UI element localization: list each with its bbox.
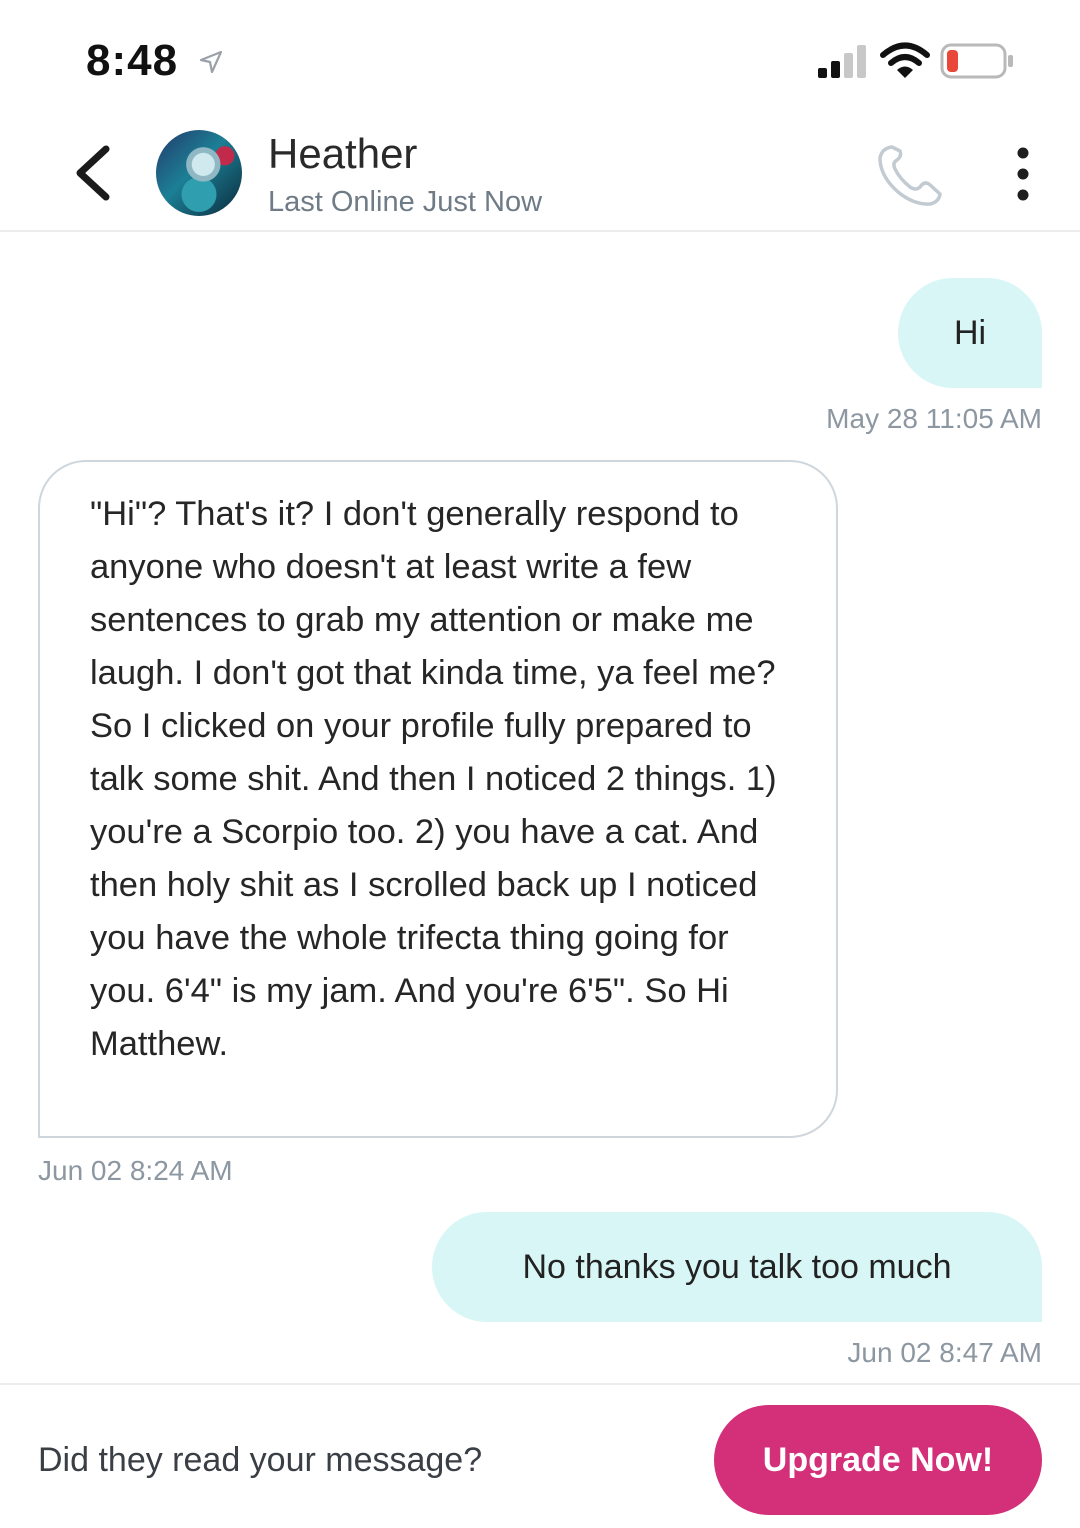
back-chevron-icon[interactable] xyxy=(70,144,116,202)
status-bar: 8:48 xyxy=(0,0,1080,110)
message-timestamp: May 28 11:05 AM xyxy=(826,403,1042,434)
message-timestamp: Jun 02 8:24 AM xyxy=(38,1155,233,1186)
upgrade-now-button[interactable]: Upgrade Now! xyxy=(714,1405,1042,1515)
read-receipt-prompt: Did they read your message? xyxy=(38,1441,483,1479)
more-vertical-icon[interactable] xyxy=(1008,146,1038,202)
cell-signal-icon xyxy=(818,45,866,78)
avatar[interactable] xyxy=(156,130,242,216)
message-bubble-outgoing[interactable]: No thanks you talk too much xyxy=(432,1212,1042,1322)
location-arrow-icon xyxy=(199,50,223,74)
status-time: 8:48 xyxy=(86,36,179,85)
chat-footer: Did they read your message? Upgrade Now! xyxy=(0,1383,1080,1528)
wifi-icon xyxy=(880,42,930,78)
phone-icon[interactable] xyxy=(874,142,944,208)
battery-low-icon xyxy=(940,43,1013,79)
contact-status: Last Online Just Now xyxy=(268,186,543,218)
message-bubble-outgoing[interactable]: Hi xyxy=(898,278,1042,388)
contact-name[interactable]: Heather xyxy=(268,130,417,178)
chat-header: Heather Last Online Just Now xyxy=(0,110,1080,232)
message-bubble-incoming[interactable]: "Hi"? That's it? I don't generally respo… xyxy=(38,460,838,1138)
message-timestamp: Jun 02 8:47 AM xyxy=(847,1337,1042,1368)
